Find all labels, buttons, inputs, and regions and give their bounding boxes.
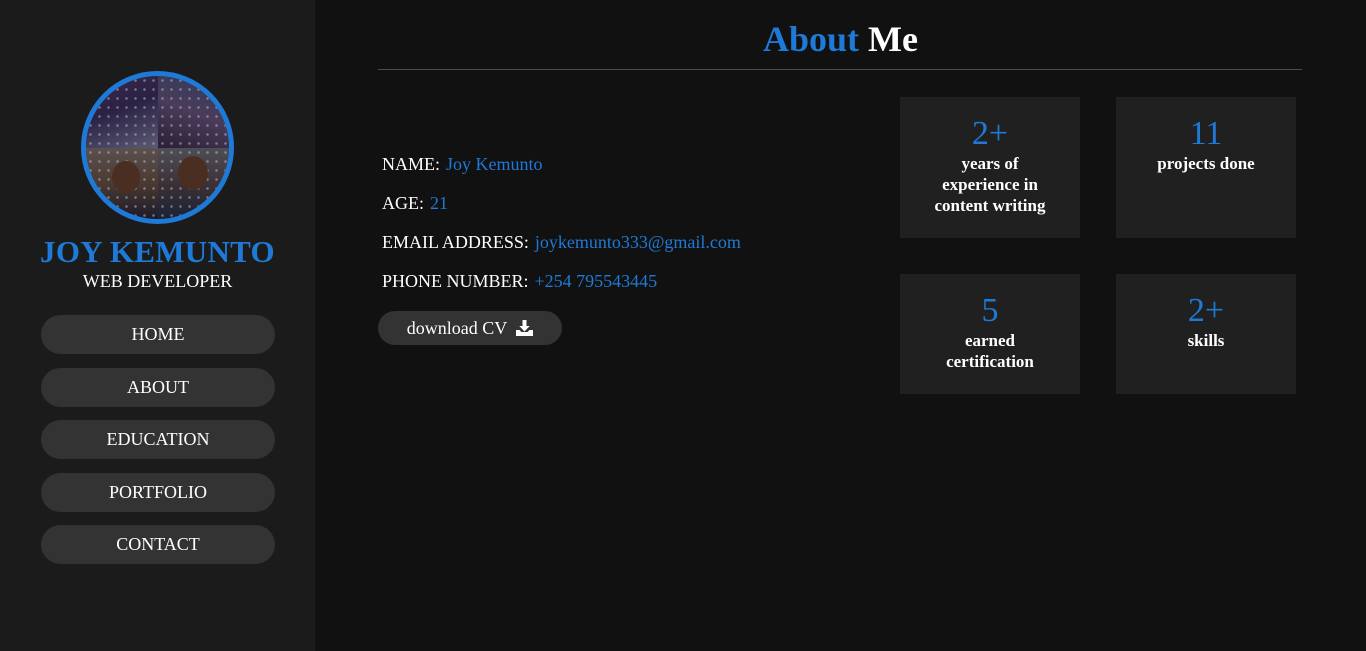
- stat-number: 5: [981, 292, 999, 329]
- stat-card-projects: 11 projects done: [1116, 97, 1296, 238]
- page-title-accent: About: [763, 19, 860, 59]
- info-row-email: EMAIL ADDRESS: joykemunto333@gmail.com: [382, 232, 741, 271]
- stat-card-certification: 5 earned certification: [900, 274, 1080, 394]
- info-value: +254 795543445: [534, 271, 658, 291]
- nav-contact-button[interactable]: CONTACT: [41, 525, 275, 564]
- info-label: AGE:: [382, 193, 424, 213]
- page-title-rest: Me: [868, 19, 918, 59]
- info-row-name: NAME: Joy Kemunto: [382, 154, 741, 193]
- info-value: Joy Kemunto: [446, 154, 543, 174]
- personal-info: NAME: Joy Kemunto AGE: 21 EMAIL ADDRESS: jo…: [382, 154, 741, 310]
- info-row-phone: PHONE NUMBER: +254 795543445: [382, 271, 741, 310]
- info-label: PHONE NUMBER:: [382, 271, 529, 291]
- owner-role: WEB DEVELOPER: [82, 271, 233, 291]
- download-cv-button[interactable]: download CV: [378, 311, 562, 345]
- stat-description: earned certification: [946, 331, 1034, 371]
- info-row-age: AGE: 21: [382, 193, 741, 232]
- stat-number: 2+: [971, 115, 1009, 152]
- download-icon: [516, 320, 534, 336]
- title-divider: [378, 69, 1302, 70]
- nav-portfolio-button[interactable]: PORTFOLIO: [41, 472, 275, 512]
- owner-name: JOY KEMUNTO: [40, 234, 275, 269]
- stat-number: 11: [1189, 115, 1223, 152]
- info-value: 21: [430, 193, 448, 213]
- stat-description: projects done: [1157, 154, 1255, 173]
- nav-about-button[interactable]: ABOUT: [41, 367, 275, 407]
- download-cv-label: download CV: [406, 317, 508, 338]
- stat-description: years of experience in content writing: [934, 154, 1046, 215]
- page-title: About Me: [315, 18, 1366, 60]
- stat-description: skills: [1187, 331, 1225, 350]
- profile-photo: [81, 71, 234, 224]
- info-value: joykemunto333@gmail.com: [534, 232, 741, 252]
- stat-card-experience: 2+ years of experience in content writin…: [900, 97, 1080, 238]
- main-nav: HOME ABOUT EDUCATION PORTFOLIO CONTACT: [41, 315, 275, 578]
- info-label: EMAIL ADDRESS:: [382, 232, 529, 252]
- sidebar: JOY KEMUNTO WEB DEVELOPER HOME ABOUT EDU…: [0, 0, 315, 651]
- nav-education-button[interactable]: EDUCATION: [41, 420, 275, 459]
- info-label: NAME:: [382, 154, 440, 174]
- stat-card-skills: 2+ skills: [1116, 274, 1296, 394]
- stat-number: 2+: [1187, 292, 1225, 329]
- nav-home-button[interactable]: HOME: [41, 315, 275, 354]
